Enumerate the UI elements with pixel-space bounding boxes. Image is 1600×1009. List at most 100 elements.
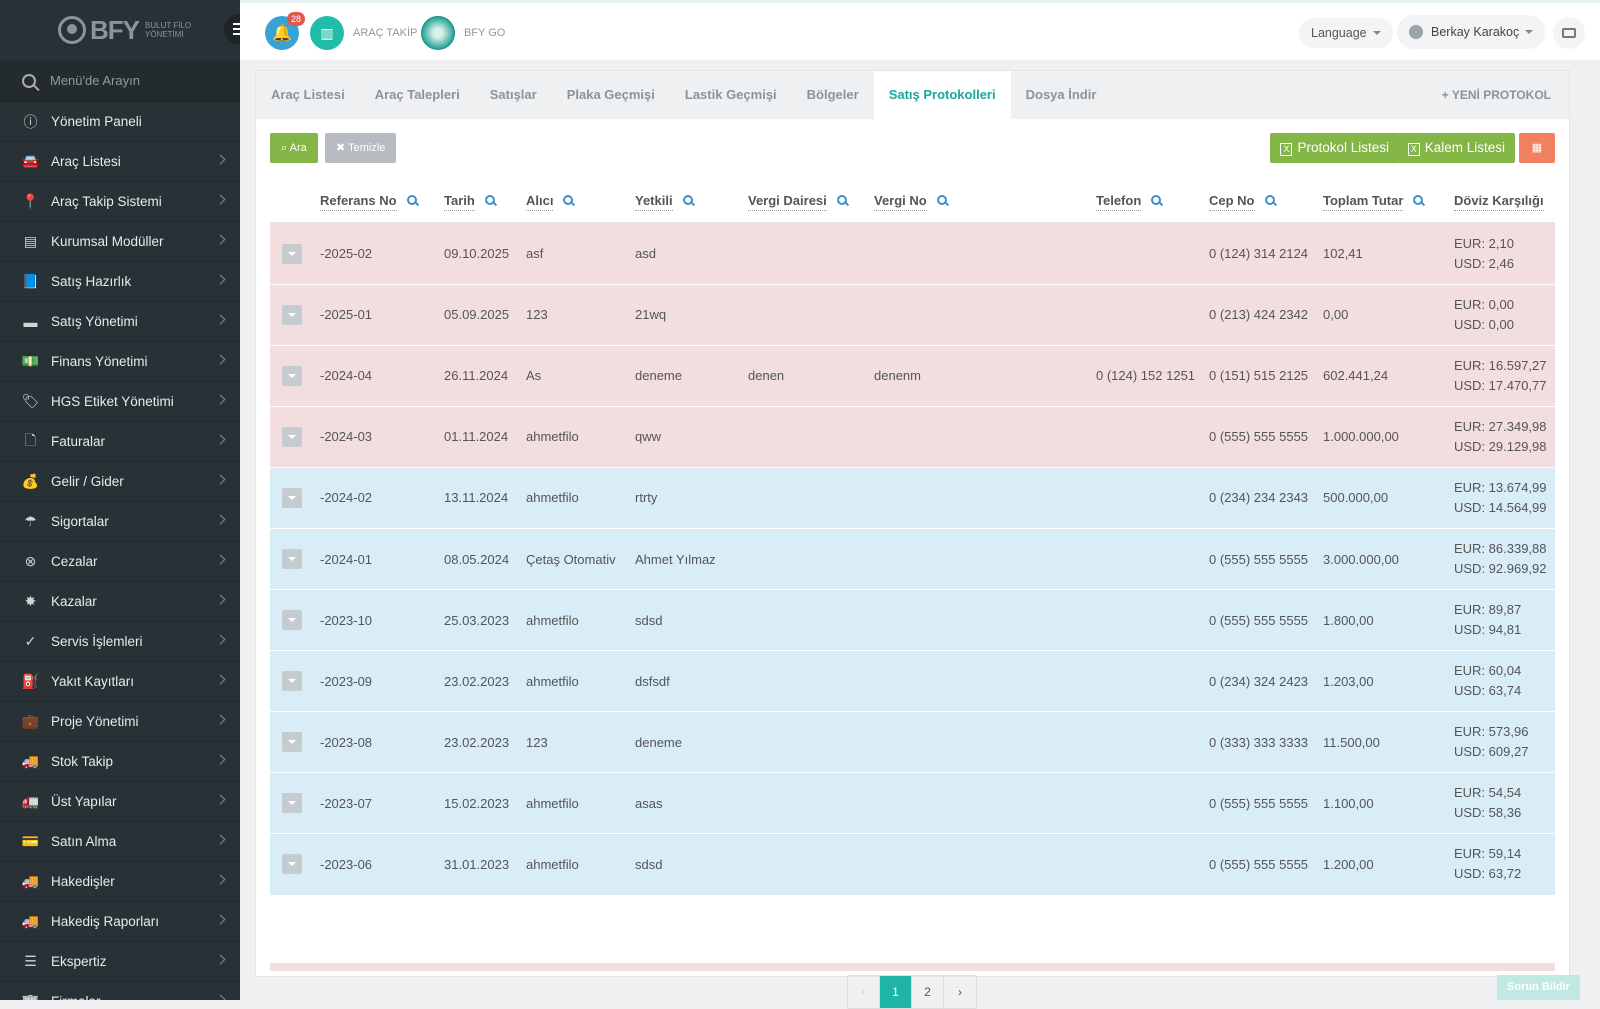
tab-1[interactable]: Araç Talepleri [360,71,475,119]
table-row[interactable]: -2024-04 26.11.2024 As deneme denen denenm 0 (… [270,345,1555,407]
tab-6[interactable]: Satış Protokolleri [873,71,1011,119]
expand-row-button[interactable] [282,487,302,508]
monitor-button[interactable] [1553,17,1585,49]
expand-row-button[interactable] [282,732,302,753]
sidebar-item-9[interactable]: 💰 Gelir / Gider [0,462,240,502]
sidebar-item-22[interactable]: 🏢 Firmalar [0,982,240,1000]
sidebar-item-12[interactable]: ✸ Kazalar [0,582,240,622]
column-header-label[interactable]: Alıcı [526,193,554,211]
vehicle-tracking-button[interactable]: ▥ [310,16,344,50]
tab-2[interactable]: Satışlar [475,71,552,119]
sidebar-item-20[interactable]: 🚚 Hakediş Raporları [0,902,240,942]
pagination-page-1[interactable]: 1 [880,976,912,1008]
column-header-label[interactable]: Cep No [1209,193,1255,211]
expand-row-button[interactable] [282,671,302,692]
table-row[interactable]: -2024-01 08.05.2024 Çetaş Otomativ Ahmet Yı… [270,528,1555,591]
column-header-label[interactable]: Telefon [1096,193,1142,211]
search-button[interactable]: ⌕ Ara [270,133,318,163]
expand-row-button[interactable] [282,549,302,570]
column-header-label[interactable]: Referans No [320,193,397,211]
user-menu[interactable]: Berkay Karakoç [1397,15,1546,49]
bfy-go-link[interactable]: BFY GO [464,27,505,39]
sidebar-item-13[interactable]: ✓ Servis İşlemleri [0,622,240,662]
column-search-icon[interactable] [1413,195,1424,205]
sidebar-item-18[interactable]: 💳 Satın Alma [0,822,240,862]
sidebar-item-7[interactable]: 🏷 HGS Etiket Yönetimi [0,382,240,422]
language-label: Language [1311,26,1367,40]
column-header-label[interactable]: Vergi No [874,193,927,211]
column-header-label[interactable]: Yetkili [635,193,673,211]
pagination-page-2[interactable]: 2 [912,976,944,1008]
expand-row-button[interactable] [282,304,302,325]
pagination-next[interactable]: › [944,976,976,1008]
column-search-icon[interactable] [682,195,693,205]
expand-row-button[interactable] [282,610,302,631]
sidebar-item-5[interactable]: ▬ Satış Yönetimi [0,302,240,342]
hamburger-menu-button[interactable] [224,14,240,44]
tab-7[interactable]: Dosya İndir [1011,71,1112,119]
expand-row-button[interactable] [282,243,302,264]
sidebar-item-6[interactable]: 💵 Finans Yönetimi [0,342,240,382]
cell-phone [1096,711,1209,774]
column-header-label[interactable]: Toplam Tutar [1323,193,1404,211]
sidebar-item-10[interactable]: ☂ Sigortalar [0,502,240,542]
column-header-label[interactable]: Tarih [444,193,475,211]
cell-buyer: ahmetfilo [526,833,635,896]
table-row[interactable]: -2025-01 05.09.2025 123 21wq 0 (213) 424 234… [270,284,1555,346]
table-row[interactable]: -2023-06 31.01.2023 ahmetfilo sdsd 0 (555) 5… [270,833,1555,896]
table-row[interactable]: -2023-07 15.02.2023 ahmetfilo asas 0 (555) 5… [270,772,1555,835]
table-row[interactable]: -2025-02 09.10.2025 asf asd 0 (124) 314 2124… [270,223,1555,285]
column-header-label[interactable]: Vergi Dairesi [748,193,827,211]
table-row[interactable]: -2023-09 23.02.2023 ahmetfilo dsfsdf 0 (234)… [270,650,1555,713]
column-search-icon[interactable] [1151,195,1162,205]
column-search-icon[interactable] [936,195,947,205]
sidebar-item-11[interactable]: ⊗ Cezalar [0,542,240,582]
sidebar-item-16[interactable]: 🚚 Stok Takip [0,742,240,782]
table-row[interactable]: -2024-02 13.11.2024 ahmetfilo rtrty 0 (234) … [270,467,1555,529]
sidebar-item-21[interactable]: ☰ Ekspertiz [0,942,240,982]
sidebar-item-8[interactable]: 🗋 Faturalar [0,422,240,462]
item-list-button[interactable]: X Kalem Listesi [1397,133,1515,163]
sidebar-item-3[interactable]: ▤ Kurumsal Modüller [0,222,240,262]
notifications-button[interactable]: 🔔 28 [265,12,305,50]
report-issue-button[interactable]: Sorun Bildir [1497,975,1580,1000]
clear-button[interactable]: ✖ Temizle [325,133,397,163]
sidebar-item-label: Kazalar [51,594,97,609]
table-row[interactable]: -2023-10 25.03.2023 ahmetfilo sdsd 0 (555) 5… [270,589,1555,652]
column-search-icon[interactable] [484,195,495,205]
menu-search[interactable]: Menü'de Arayın [0,60,240,102]
column-settings-button[interactable]: ▦ [1519,133,1555,163]
bfy-go-logo-icon[interactable] [421,16,455,50]
protocol-list-button[interactable]: X Protokol Listesi [1270,133,1399,163]
language-dropdown[interactable]: Language [1299,18,1393,48]
sidebar-item-2[interactable]: 📍 Araç Takip Sistemi [0,182,240,222]
expand-row-button[interactable] [282,365,302,386]
new-protocol-button[interactable]: + YENİ PROTOKOL [1442,71,1551,119]
tab-5[interactable]: Bölgeler [792,71,874,119]
tab-0[interactable]: Araç Listesi [256,71,360,119]
column-search-icon[interactable] [406,195,417,205]
brand-logo[interactable]: BFY BULUT FİLO YÖNETİMİ [0,0,240,60]
sidebar-item-19[interactable]: 🚚 Hakedişler [0,862,240,902]
expand-row-button[interactable] [282,854,302,875]
table-row[interactable]: -2023-08 23.02.2023 123 deneme 0 (333) 333 3… [270,711,1555,774]
tab-3[interactable]: Plaka Geçmişi [552,71,670,119]
tab-4[interactable]: Lastik Geçmişi [670,71,792,119]
vehicle-tracking-link[interactable]: ARAÇ TAKİP [353,27,417,39]
column-search-icon[interactable] [563,195,574,205]
sidebar-item-1[interactable]: 🚘 Araç Listesi [0,142,240,182]
sidebar-item-4[interactable]: 📘 Satış Hazırlık [0,262,240,302]
expand-row-button[interactable] [282,426,302,447]
column-search-icon[interactable] [1264,195,1275,205]
pagination-prev[interactable]: ‹ [848,976,880,1008]
column-search-icon[interactable] [836,195,847,205]
sidebar-item-14[interactable]: ⛽ Yakıt Kayıtları [0,662,240,702]
sidebar-item-label: Sigortalar [51,514,109,529]
column-header-label[interactable]: Döviz Karşılığı [1454,193,1544,211]
table-row[interactable]: -2024-03 01.11.2024 ahmetfilo qww 0 (555) 55… [270,406,1555,468]
expand-row-button[interactable] [282,793,302,814]
sidebar-item-17[interactable]: 🚛 Üst Yapılar [0,782,240,822]
sidebar-item-0[interactable]: ⓘ Yönetim Paneli [0,102,240,142]
sidebar-item-15[interactable]: 💼 Proje Yönetimi [0,702,240,742]
cell-phone [1096,528,1209,591]
